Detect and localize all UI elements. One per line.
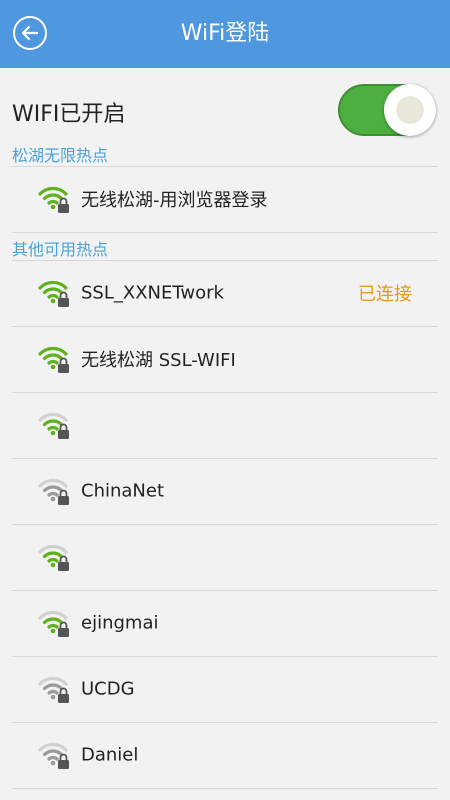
wifi-locked-icon — [38, 607, 72, 639]
network-name: UCDG — [81, 678, 135, 700]
toggle-knob[interactable] — [384, 84, 436, 136]
wifi-locked-weak-icon — [38, 673, 72, 705]
network-row[interactable]: Daniel — [0, 722, 450, 788]
network-row[interactable]: ChinaNet — [0, 458, 450, 524]
section-title: 松湖无限热点 — [12, 146, 109, 165]
network-row[interactable] — [0, 392, 450, 458]
wifi-locked-icon — [38, 343, 72, 375]
network-row[interactable]: 无线松湖 SSL-WIFI — [0, 326, 450, 392]
network-name: ChinaNet — [81, 480, 165, 502]
network-row[interactable]: UCDG — [0, 656, 450, 722]
wifi-locked-icon — [38, 409, 72, 441]
network-name: 无线松湖 SSL-WIFI — [81, 350, 236, 371]
divider — [12, 232, 438, 233]
network-row[interactable]: SSL_XXNETwork 已连接 — [0, 260, 450, 326]
wifi-locked-icon — [38, 541, 72, 573]
section-title: 其他可用热点 — [12, 240, 109, 259]
wifi-status-label: WIFI已开启 — [12, 102, 126, 127]
app-header: WiFi登陆 — [0, 0, 450, 68]
network-row[interactable] — [0, 524, 450, 590]
page-title: WiFi登陆 — [180, 21, 270, 46]
wifi-locked-icon — [38, 183, 72, 215]
network-row[interactable]: ejingmai — [0, 590, 450, 656]
divider — [12, 788, 438, 789]
connection-status: 已连接 — [358, 284, 412, 305]
wifi-toggle[interactable] — [338, 84, 436, 136]
network-name: ejingmai — [81, 612, 159, 634]
network-name: Daniel — [81, 744, 139, 766]
network-row[interactable]: 无线松湖-用浏览器登录 — [0, 166, 450, 232]
network-name: 无线松湖-用浏览器登录 — [81, 190, 268, 211]
wifi-locked-icon — [38, 277, 72, 309]
network-name: SSL_XXNETwork — [81, 282, 224, 304]
wifi-locked-weak-icon — [38, 475, 72, 507]
wifi-locked-weak-icon — [38, 739, 72, 771]
